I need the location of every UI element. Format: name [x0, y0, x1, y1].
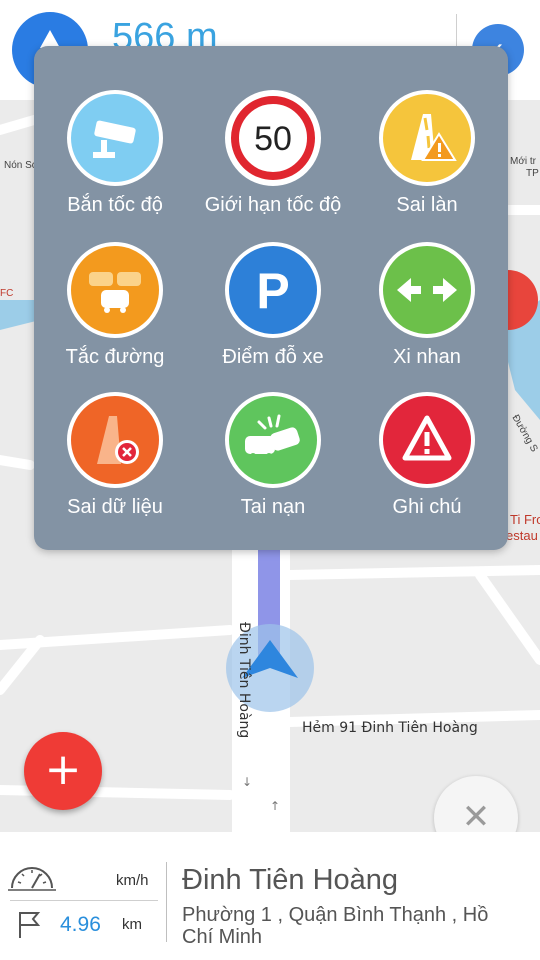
turn-signal-icon — [379, 242, 475, 338]
trip-info-panel: km/h 4.96 km Đinh Tiên Hoàng Phường 1 , … — [0, 832, 540, 960]
speed-unit: km/h — [116, 872, 149, 889]
panel-divider — [10, 900, 158, 901]
street-label-hem-91: Hẻm 91 Đinh Tiên Hoàng — [302, 720, 478, 736]
speedometer-icon — [8, 867, 56, 891]
report-parking[interactable]: P Điểm đỗ xe — [196, 242, 346, 392]
street-label-dinh-tien-hoang: Đinh Tiên Hoàng — [236, 622, 252, 739]
report-accident[interactable]: Tai nạn — [196, 392, 346, 542]
svg-text:P: P — [256, 263, 289, 319]
report-menu-popup: Bắn tốc độ 50 Giới hạn tốc độ Sai làn Tắ… — [34, 46, 508, 550]
report-note[interactable]: Ghi chú — [350, 392, 500, 542]
report-wrong-data[interactable]: Sai dữ liệu — [38, 392, 188, 542]
svg-text:↑: ↑ — [270, 799, 280, 813]
parking-icon: P — [225, 242, 321, 338]
traffic-jam-icon — [67, 242, 163, 338]
report-label: Xi nhan — [393, 346, 461, 368]
remaining-distance-value: 4.96 — [60, 913, 101, 936]
wrong-lane-icon — [379, 90, 475, 186]
current-address: Phường 1 , Quận Bình Thạnh , Hồ Chí Minh — [182, 904, 489, 948]
accident-icon — [225, 392, 321, 488]
report-label: Sai làn — [396, 194, 458, 216]
svg-text:50: 50 — [254, 120, 292, 158]
report-speed-limit[interactable]: 50 Giới hạn tốc độ — [196, 90, 346, 240]
report-speed-camera[interactable]: Bắn tốc độ — [38, 90, 188, 240]
panel-vertical-divider — [166, 862, 167, 942]
add-report-button[interactable]: + — [24, 732, 102, 810]
remaining-distance-unit: km — [122, 916, 142, 933]
report-wrong-lane[interactable]: Sai làn — [350, 90, 500, 240]
wrong-data-icon — [67, 392, 163, 488]
note-warning-icon — [379, 392, 475, 488]
report-label: Ghi chú — [392, 496, 462, 518]
report-traffic-jam[interactable]: Tắc đường — [38, 242, 188, 392]
poi-label: TP — [526, 168, 539, 179]
speed-limit-icon: 50 — [225, 90, 321, 186]
poi-label: estau — [506, 528, 538, 543]
current-street-name: Đinh Tiên Hoàng — [182, 864, 399, 896]
poi-label: FC — [0, 288, 14, 299]
report-turn-signal[interactable]: Xi nhan — [350, 242, 500, 392]
speed-camera-icon — [67, 90, 163, 186]
svg-text:↓: ↓ — [242, 775, 252, 789]
destination-flag-icon — [19, 912, 41, 938]
poi-label: Mới tr — [510, 156, 536, 167]
